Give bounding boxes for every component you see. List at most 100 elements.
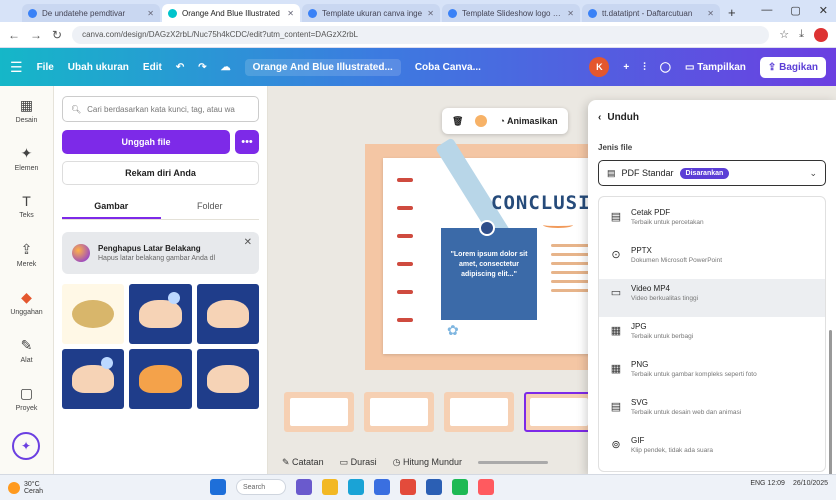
back-button[interactable]: ‹ Unduh	[598, 112, 826, 123]
comment-icon[interactable]: ◯	[660, 62, 671, 73]
redo-icon[interactable]: ↷	[198, 62, 206, 73]
tab-close-icon[interactable]: ✕	[567, 9, 574, 18]
app-icon[interactable]	[452, 479, 468, 495]
rail-item-tools[interactable]: ✎ Alat	[0, 326, 53, 374]
edit-menu[interactable]: Edit	[143, 62, 162, 73]
present-button[interactable]: ▭ Tampilkan	[685, 62, 746, 73]
user-avatar[interactable]: K	[589, 57, 610, 77]
edge-icon[interactable]	[348, 479, 364, 495]
store-icon[interactable]	[374, 479, 390, 495]
cloud-save-icon[interactable]: ☁	[221, 62, 231, 73]
start-icon[interactable]	[210, 479, 226, 495]
browser-tab[interactable]: De undatehe pemdtivar ✕	[22, 4, 160, 22]
rail-item-brand[interactable]: ⇪ Merek	[0, 230, 53, 278]
magic-icon[interactable]: ✦	[12, 432, 40, 460]
option-print-pdf[interactable]: ▤ Cetak PDF Terbaik untuk percetakan	[599, 203, 825, 241]
tab-favicon-icon	[588, 8, 597, 18]
file-type-select[interactable]: ▤ PDF Standar Disarankan ⌄	[598, 160, 826, 186]
app-icon[interactable]	[478, 479, 494, 495]
option-gif[interactable]: ⊚ GIF Klip pendek, tidak ada suara	[599, 431, 825, 469]
color-swatch[interactable]	[475, 115, 488, 127]
timer-button[interactable]: ◷ Hitung Mundur	[393, 457, 462, 468]
design-title[interactable]: Orange And Blue Illustrated...	[244, 58, 401, 76]
editor-header: ☰ File Ubah ukuran Edit ↶ ↷ ☁ Orange And…	[0, 48, 836, 86]
url-input[interactable]: canva.com/design/DAGzX2rbL/Nuc75h4kCDC/e…	[72, 25, 770, 44]
upload-thumbnail[interactable]	[129, 284, 192, 344]
browser-tab[interactable]: Template ukuran canva inge ✕	[302, 4, 440, 22]
bg-remover-promo[interactable]: Penghapus Latar Belakang Hapus latar bel…	[62, 232, 259, 274]
tab-close-icon[interactable]: ✕	[147, 9, 154, 18]
menu-icon[interactable]: ☰	[10, 59, 23, 76]
more-options-button[interactable]: •••	[235, 130, 259, 154]
minimize-icon[interactable]: —	[761, 4, 772, 17]
widgets-icon[interactable]	[296, 479, 312, 495]
page-thumbnail[interactable]	[364, 392, 434, 432]
record-yourself-button[interactable]: Rekam diri Anda	[62, 161, 259, 185]
file-explorer-icon[interactable]	[322, 479, 338, 495]
file-menu[interactable]: File	[37, 62, 54, 73]
option-pptx[interactable]: ⊙ PPTX Dokumen Microsoft PowerPoint	[599, 241, 825, 279]
animate-button[interactable]: ◔ Animasikan	[499, 116, 557, 126]
new-tab-button[interactable]: +	[728, 5, 736, 20]
tab-close-icon[interactable]: ✕	[287, 9, 294, 18]
option-svg[interactable]: ▤ SVG Terbaik untuk desain web dan animasi	[599, 393, 825, 431]
add-collaborator-icon[interactable]: +	[623, 62, 629, 73]
tab-close-icon[interactable]: ✕	[427, 9, 434, 18]
trash-icon[interactable]: 🗑	[452, 116, 463, 127]
rail-item-projects[interactable]: ▢ Proyek	[0, 374, 53, 422]
option-png[interactable]: ▦ PNG Terbaik untuk gambar kompleks sepert…	[599, 355, 825, 393]
trial-link[interactable]: Coba Canva...	[415, 62, 481, 73]
resize-button[interactable]: Ubah ukuran	[68, 62, 129, 73]
profile-avatar[interactable]	[814, 27, 828, 42]
option-mp4[interactable]: ▭ Video MP4 Video berkualitas tinggi	[599, 279, 825, 317]
back-icon[interactable]: ←	[8, 28, 20, 42]
close-icon[interactable]: ✕	[244, 237, 252, 248]
weather-widget[interactable]: 30°C Cerah	[8, 481, 43, 495]
upload-thumbnail[interactable]	[196, 349, 259, 409]
upload-thumbnail[interactable]	[62, 349, 125, 409]
close-window-icon[interactable]: ✕	[819, 4, 828, 17]
maximize-icon[interactable]: ▢	[790, 4, 800, 17]
rail-item-design[interactable]: ▦ Desain	[0, 86, 53, 134]
star-icon[interactable]: ☆	[779, 28, 789, 41]
page-thumbnail[interactable]	[284, 392, 354, 432]
tab-favicon-icon	[448, 8, 457, 18]
word-icon[interactable]	[426, 479, 442, 495]
analytics-icon[interactable]: ⫶	[643, 62, 646, 73]
browser-tab[interactable]: Template Slideshow logo cus ✕	[442, 4, 580, 22]
upload-thumbnail[interactable]	[62, 284, 125, 344]
upload-file-button[interactable]: Unggah file	[62, 130, 230, 154]
browser-tab-active[interactable]: Orange And Blue Illustrated ✕	[162, 4, 300, 22]
tab-images[interactable]: Gambar	[62, 195, 161, 219]
rail-item-text[interactable]: T Teks	[0, 182, 53, 230]
share-button[interactable]: ⇪ Bagikan	[759, 56, 826, 78]
video-icon: ▭	[610, 287, 622, 299]
upload-thumbnail[interactable]	[196, 284, 259, 344]
zoom-slider[interactable]	[478, 460, 549, 464]
slide-heading[interactable]: CONCLUSI	[491, 192, 591, 214]
search-input[interactable]: 🔍︎ Cari berdasarkan kata kunci, tag, ata…	[62, 96, 259, 122]
rail-item-elements[interactable]: ✦ Elemen	[0, 134, 53, 182]
upload-thumbnail[interactable]	[129, 349, 192, 409]
page-thumbnail[interactable]	[444, 392, 514, 432]
editor-footer: ✎ Catatan ▭ Durasi ◷ Hitung Mundur	[282, 452, 602, 472]
option-jpg[interactable]: ▦ JPG Terbaik untuk berbagi	[599, 317, 825, 355]
taskbar-search[interactable]: Search	[236, 479, 286, 495]
browser-tab[interactable]: tt.datatipnt - Daftarcutuan ✕	[582, 4, 720, 22]
upload-row: Unggah file •••	[62, 130, 259, 154]
undo-icon[interactable]: ↶	[176, 62, 184, 73]
tab-folders[interactable]: Folder	[161, 195, 260, 219]
system-tray[interactable]: ENG 12:09 26/10/2025	[750, 480, 828, 487]
forward-icon[interactable]: →	[30, 28, 42, 42]
quote-note[interactable]: "Lorem ipsum dolor sit amet, consectetur…	[441, 228, 537, 320]
tab-close-icon[interactable]: ✕	[707, 9, 714, 18]
slide-canvas[interactable]: CONCLUSI "Lorem ipsum dolor sit amet, co…	[365, 137, 623, 370]
rail-item-uploads[interactable]: ◆ Unggahan	[0, 278, 53, 326]
chrome-icon[interactable]	[400, 479, 416, 495]
projects-icon: ▢	[19, 384, 34, 401]
page-thumbnail-selected[interactable]	[524, 392, 594, 432]
duration-button[interactable]: ▭ Durasi	[340, 457, 377, 468]
notes-button[interactable]: ✎ Catatan	[282, 457, 324, 468]
download-icon[interactable]: ⤓	[799, 28, 804, 41]
reload-icon[interactable]: ↻	[52, 28, 62, 42]
